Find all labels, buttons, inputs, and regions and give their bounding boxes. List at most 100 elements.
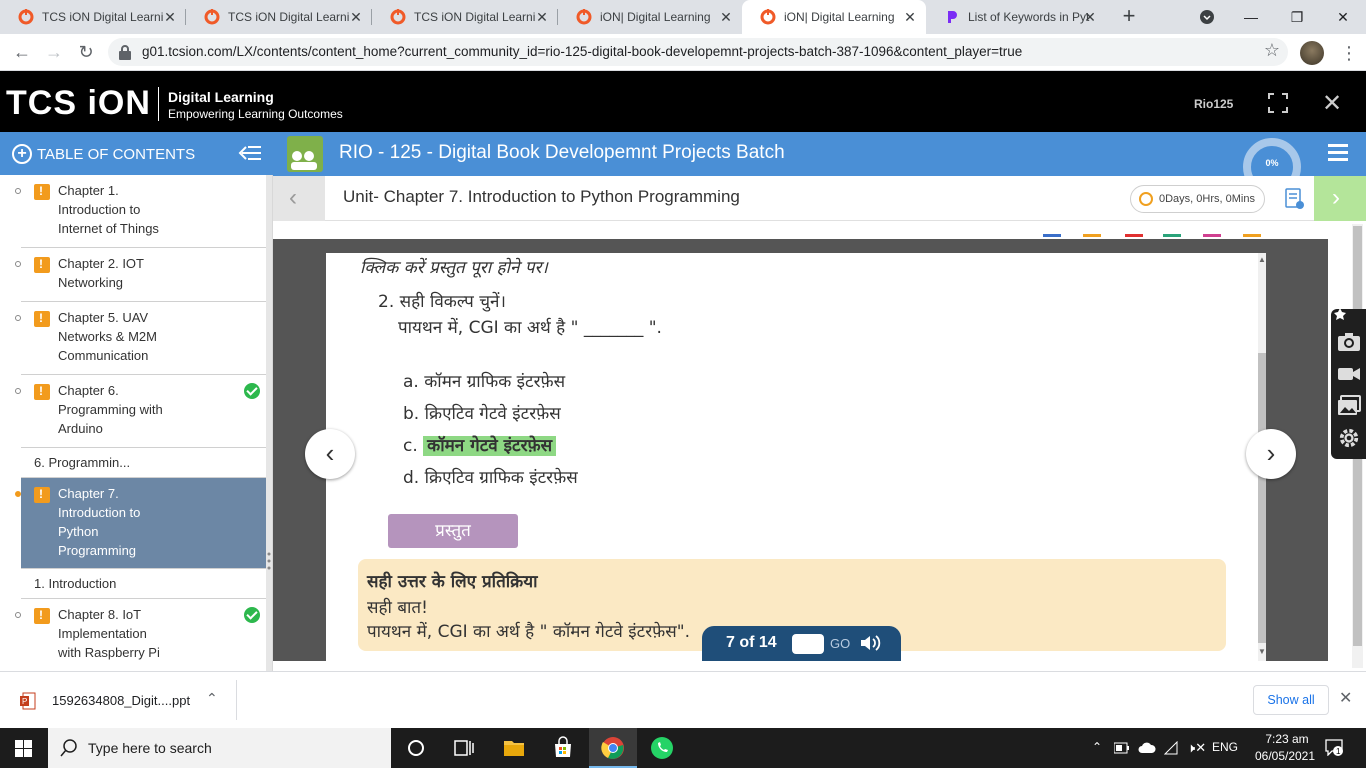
store-icon[interactable]	[551, 736, 575, 760]
cortana-icon[interactable]	[404, 736, 428, 760]
time-spent-badge: 0Days, 0Hrs, 0Mins	[1130, 185, 1265, 213]
address-bar: ← → ↻ g01.tcsion.com/LX/contents/content…	[0, 34, 1366, 71]
answer-option-correct[interactable]: c. कॉमन गेटवे इंटरफ़ेस	[403, 433, 557, 456]
lock-icon	[119, 45, 131, 60]
slide-toolbar-strip	[273, 221, 1328, 239]
profile-avatar[interactable]	[1300, 41, 1324, 65]
show-all-downloads-button[interactable]: Show all	[1253, 685, 1329, 715]
scroll-up-arrow-icon[interactable]: ▲	[1258, 255, 1266, 264]
notifications-icon[interactable]: 1	[1325, 738, 1343, 756]
speaker-muted-icon[interactable]: 🕨✕	[1187, 740, 1206, 756]
next-slide-button[interactable]: ›	[1246, 429, 1296, 479]
resize-grip-icon[interactable]	[267, 552, 271, 570]
notes-icon[interactable]	[1285, 188, 1305, 210]
tcs-ion-logo: TCS iON	[6, 84, 151, 122]
browser-tab[interactable]: iON| Digital Learning ✕	[558, 0, 742, 34]
taskbar-search-box[interactable]: Type here to search	[48, 728, 391, 768]
answer-option[interactable]: d. क्रिएटिव ग्राफिक इंटरफ़ेस	[403, 465, 578, 488]
tab-search-icon[interactable]	[1184, 0, 1230, 34]
toc-chapter-item[interactable]: Chapter 5. UAV Networks & M2M Communicat…	[15, 302, 266, 375]
slide-content: क्लिक करें प्रस्तुत पूरा होने पर। 2. सही…	[326, 253, 1266, 661]
go-to-slide-input[interactable]	[792, 634, 824, 654]
download-filename[interactable]: 1592634808_Digit....ppt	[52, 693, 190, 708]
toolbar-mini-icon[interactable]	[1203, 225, 1221, 237]
unit-bar: ‹ Unit- Chapter 7. Introduction to Pytho…	[273, 176, 1366, 221]
close-window-button[interactable]: ✕	[1320, 0, 1366, 34]
browser-tab-active[interactable]: iON| Digital Learning ✕	[742, 0, 926, 34]
back-arrow-icon[interactable]: ←	[10, 40, 34, 64]
toolbar-mini-icon[interactable]	[1163, 225, 1181, 237]
show-hidden-icons-icon[interactable]: ⌃	[1092, 740, 1102, 754]
close-tab-icon[interactable]: ✕	[902, 9, 918, 25]
onedrive-cloud-icon[interactable]	[1138, 742, 1156, 754]
logo-title: Digital Learning	[168, 89, 274, 105]
answer-option[interactable]: b. क्रिएटिव गेटवे इंटरफ़ेस	[403, 401, 561, 424]
go-button[interactable]: GO	[830, 636, 850, 651]
battery-icon[interactable]	[1114, 742, 1130, 754]
reload-icon[interactable]: ↻	[74, 40, 98, 64]
language-indicator[interactable]: ENG	[1212, 740, 1238, 754]
wifi-icon[interactable]	[1164, 741, 1180, 755]
submit-button[interactable]: प्रस्तुत	[388, 514, 518, 548]
maximize-button[interactable]: ❐	[1274, 0, 1320, 34]
browser-tab[interactable]: TCS iON Digital Learning ✕	[372, 0, 558, 34]
scroll-down-arrow-icon[interactable]: ▼	[1258, 647, 1266, 656]
browser-tab[interactable]: TCS iON Digital Learning ✕	[186, 0, 372, 34]
url-field[interactable]: g01.tcsion.com/LX/contents/content_home?…	[108, 38, 1288, 66]
toolbar-mini-icon[interactable]	[1125, 225, 1143, 237]
user-name: Rio125	[1194, 97, 1234, 111]
toc-chapter-item[interactable]: Chapter 2. IOT Networking	[15, 248, 266, 302]
clock-time[interactable]: 7:23 am	[1258, 732, 1316, 746]
browser-tab[interactable]: TCS iON Digital Learning ✕	[0, 0, 186, 34]
bullet-dot	[15, 388, 21, 394]
close-download-bar-icon[interactable]: ✕	[1339, 688, 1352, 708]
toolbar-mini-icon[interactable]	[1243, 225, 1261, 237]
gallery-icon[interactable]	[1337, 395, 1361, 417]
speaker-icon[interactable]	[860, 634, 882, 652]
sidebar-scrollbar[interactable]	[266, 175, 272, 671]
previous-slide-button[interactable]: ‹	[305, 429, 355, 479]
chevron-right-icon: ›	[1266, 438, 1276, 468]
toc-chapter-item[interactable]: Chapter 8. IoT Implementation with Raspb…	[15, 599, 266, 671]
add-circle-icon[interactable]: +	[12, 144, 32, 164]
windows-start-icon[interactable]	[15, 740, 32, 757]
hamburger-menu-icon[interactable]	[1328, 144, 1348, 162]
chevron-up-icon[interactable]: ⌃	[206, 690, 218, 707]
tcs-ion-favicon-icon	[390, 9, 406, 25]
file-explorer-icon[interactable]	[502, 736, 526, 760]
close-player-icon[interactable]: ✕	[1322, 89, 1342, 118]
toc-chapter-item-active[interactable]: Chapter 7. Introduction to Python Progra…	[15, 478, 266, 569]
video-camera-icon[interactable]	[1337, 363, 1361, 385]
close-tab-icon[interactable]: ✕	[162, 9, 178, 25]
taskbar-chrome-active[interactable]	[589, 728, 637, 768]
collapse-sidebar-icon[interactable]	[238, 144, 262, 162]
close-tab-icon[interactable]: ✕	[1082, 9, 1098, 25]
close-tab-icon[interactable]: ✕	[534, 9, 550, 25]
forward-arrow-icon[interactable]: →	[42, 40, 66, 64]
toc-chapter-item[interactable]: Chapter 1. Introduction to Internet of T…	[15, 175, 266, 248]
pin-icon[interactable]	[1333, 307, 1347, 321]
toc-subitem[interactable]: 1. Introduction	[21, 569, 266, 599]
next-unit-button[interactable]: ›	[1314, 176, 1366, 221]
answer-option[interactable]: a. कॉमन ग्राफिक इंटरफ़ेस	[403, 369, 565, 392]
new-tab-button[interactable]: +	[1118, 5, 1140, 28]
slide-scroll-thumb[interactable]	[1258, 353, 1266, 643]
table-of-contents-sidebar: + TABLE OF CONTENTS Chapter 1. Introduct…	[0, 132, 273, 671]
camera-icon[interactable]	[1337, 331, 1361, 353]
fullscreen-icon[interactable]	[1268, 93, 1288, 113]
close-tab-icon[interactable]: ✕	[718, 9, 734, 25]
toc-chapter-item[interactable]: Chapter 6. Programming with Arduino	[15, 375, 266, 448]
bookmark-star-icon[interactable]: ☆	[1264, 40, 1280, 61]
task-view-icon[interactable]	[452, 736, 476, 760]
toolbar-mini-icon[interactable]	[1043, 225, 1061, 237]
toolbar-mini-icon[interactable]	[1083, 225, 1101, 237]
close-tab-icon[interactable]: ✕	[348, 9, 364, 25]
settings-gear-icon[interactable]	[1337, 427, 1361, 449]
clock-date[interactable]: 06/05/2021	[1254, 749, 1316, 763]
browser-tab[interactable]: List of Keywords in Python ✕	[926, 0, 1106, 34]
previous-unit-button[interactable]: ‹	[273, 176, 325, 221]
toc-subitem[interactable]: 6. Programmin...	[21, 448, 266, 478]
minimize-button[interactable]: —	[1228, 0, 1274, 34]
browser-menu-icon[interactable]: ⋮	[1340, 40, 1358, 66]
whatsapp-icon[interactable]	[650, 736, 674, 760]
